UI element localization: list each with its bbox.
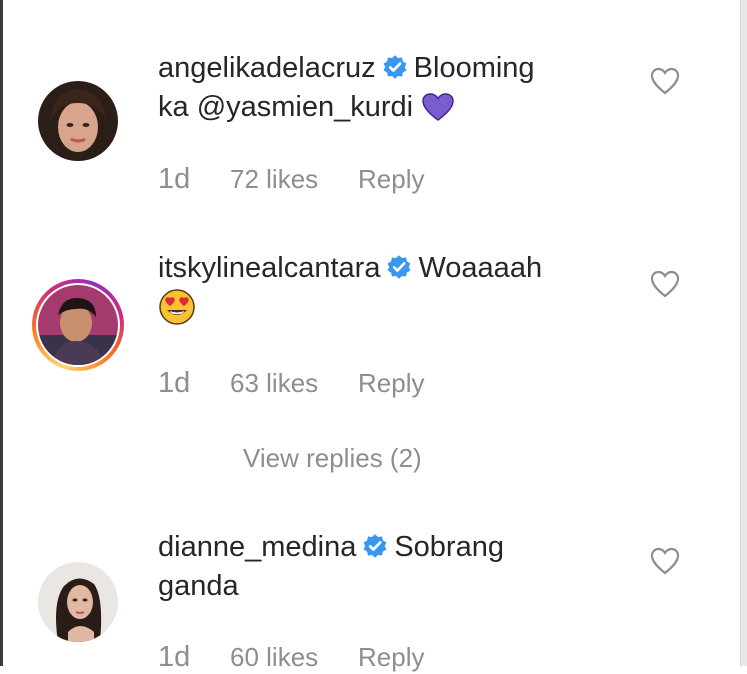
comment-meta: 1d 72 likes Reply xyxy=(158,163,424,196)
comment-username[interactable]: itskylinealcantara xyxy=(158,252,380,284)
avatar[interactable] xyxy=(38,81,118,161)
comment-likes[interactable]: 63 likes xyxy=(230,368,358,399)
comment-text: Woaaaah xyxy=(418,252,543,284)
comment-timestamp[interactable]: 1d xyxy=(158,367,230,400)
reply-button[interactable]: Reply xyxy=(358,368,424,399)
like-heart-icon[interactable] xyxy=(649,269,681,299)
avatar[interactable] xyxy=(38,285,118,365)
scrollbar-track[interactable] xyxy=(740,0,747,666)
comment-mention-link[interactable]: @yasmien_kurdi xyxy=(197,91,413,123)
reply-button[interactable]: Reply xyxy=(358,164,424,195)
heart-eyes-face-icon xyxy=(159,289,195,325)
comment-text: Blooming xyxy=(413,52,535,84)
avatar[interactable] xyxy=(38,562,118,642)
comment-text: Sobrang xyxy=(394,531,504,563)
like-heart-icon[interactable] xyxy=(649,66,681,96)
verified-badge-icon xyxy=(363,534,387,558)
like-heart-icon[interactable] xyxy=(649,546,681,576)
comment-likes[interactable]: 60 likes xyxy=(230,642,358,673)
purple-heart-icon xyxy=(422,93,454,121)
comment-text-continued: ganda xyxy=(158,570,239,602)
view-replies-link[interactable]: View replies (2) xyxy=(243,443,422,474)
comment-timestamp[interactable]: 1d xyxy=(158,641,230,674)
verified-badge-icon xyxy=(388,255,411,279)
reply-button[interactable]: Reply xyxy=(358,642,424,673)
comment-likes[interactable]: 72 likes xyxy=(230,164,358,195)
comment-item: angelikadelacruz Blooming ka @yasmien_kur… xyxy=(0,0,730,210)
comment-meta: 1d 63 likes Reply xyxy=(158,367,424,400)
comment-meta: 1d 60 likes Reply xyxy=(158,641,424,674)
comment-timestamp[interactable]: 1d xyxy=(158,163,230,196)
comment-username[interactable]: angelikadelacruz xyxy=(158,52,376,84)
comment-text-continued: ka xyxy=(158,91,189,123)
comment-username[interactable]: dianne_medina xyxy=(158,531,356,563)
verified-badge-icon xyxy=(383,55,407,79)
